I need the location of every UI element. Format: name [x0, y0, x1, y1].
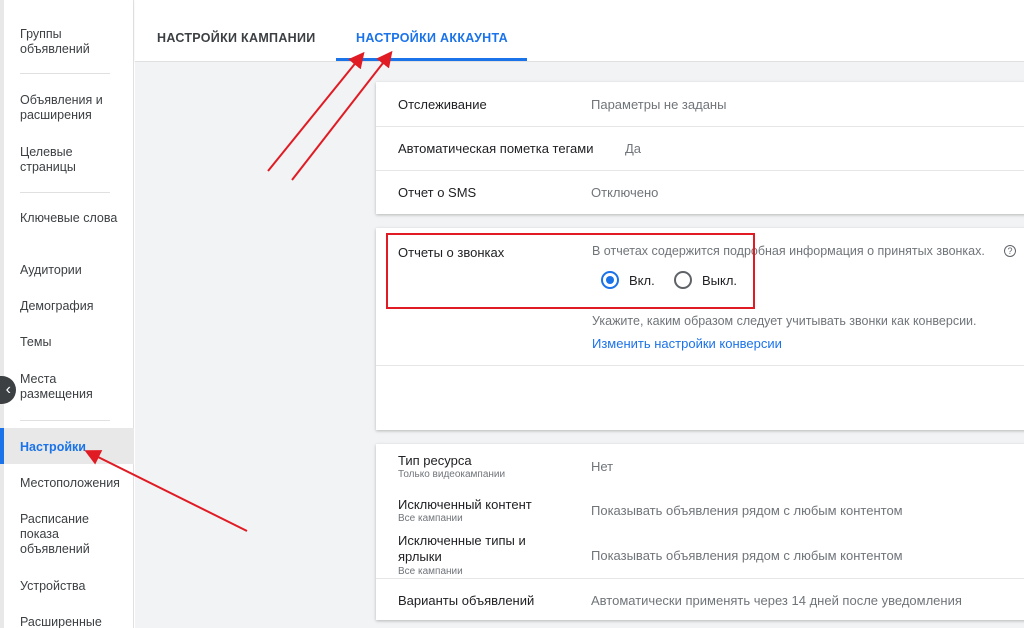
sidebar-item-locations[interactable]: Местоположения [20, 476, 128, 491]
sidebar-nav: Группы объявлений Объявления и расширени… [0, 0, 134, 628]
sidebar-item-topics[interactable]: Темы [20, 335, 128, 350]
sidebar-item-advanced[interactable]: Расширенные [20, 615, 128, 628]
content-settings-card: Тип ресурса Только видеокампании Нет Иск… [376, 444, 1024, 620]
sidebar-item-audiences[interactable]: Аудитории [20, 263, 128, 278]
row-divider [376, 126, 1024, 127]
change-conversion-settings-link[interactable]: Изменить настройки конверсии [592, 336, 782, 351]
sidebar-item-keywords[interactable]: Ключевые слова [20, 211, 128, 226]
excluded-content-value[interactable]: Показывать объявления рядом с любым конт… [591, 503, 903, 518]
excluded-types-value[interactable]: Показывать объявления рядом с любым конт… [591, 548, 903, 563]
sms-report-label: Отчет о SMS [398, 185, 477, 200]
sidebar-divider [20, 192, 110, 193]
row-divider [376, 578, 1024, 579]
ad-variations-label: Варианты объявлений [398, 593, 535, 608]
tab-active-indicator [336, 58, 527, 61]
excluded-types-label: Исключенные типы и ярлыки [398, 533, 526, 564]
sidebar-item-ad-groups[interactable]: Группы объявлений [20, 27, 128, 57]
auto-tagging-value[interactable]: Да [625, 141, 641, 156]
sidebar-item-demographics[interactable]: Демография [20, 299, 128, 314]
tab-bar: НАСТРОЙКИ КАМПАНИИ НАСТРОЙКИ АККАУНТА [135, 0, 1024, 62]
conversion-hint-text: Укажите, каким образом следует учитывать… [592, 314, 977, 328]
sidebar-item-placements[interactable]: Места размещения [20, 372, 128, 402]
resource-type-label: Тип ресурса [398, 453, 472, 468]
excluded-content-label: Исключенный контент [398, 497, 532, 512]
sidebar-item-ad-schedule[interactable]: Расписание показа объявлений [20, 512, 128, 557]
sidebar-item-ads-extensions[interactable]: Объявления и расширения [20, 93, 128, 123]
sidebar-active-indicator [0, 428, 4, 464]
tracking-settings-card: Отслеживание Параметры не заданы Автомат… [376, 82, 1024, 214]
excluded-types-sublabel: Все кампании [398, 566, 463, 577]
tracking-value[interactable]: Параметры не заданы [591, 97, 726, 112]
sidebar-item-landing-pages[interactable]: Целевые страницы [20, 145, 128, 175]
excluded-content-sublabel: Все кампании [398, 513, 463, 524]
annotation-highlight-box [386, 233, 755, 309]
help-circle-icon[interactable]: ? [1004, 245, 1016, 257]
sidebar-divider [20, 420, 110, 421]
tracking-label: Отслеживание [398, 97, 487, 112]
sms-report-value[interactable]: Отключено [591, 185, 658, 200]
tab-campaign-settings[interactable]: НАСТРОЙКИ КАМПАНИИ [157, 31, 316, 45]
tab-account-settings[interactable]: НАСТРОЙКИ АККАУНТА [356, 31, 508, 45]
sidebar-item-devices[interactable]: Устройства [20, 579, 128, 594]
sidebar-item-settings[interactable]: Настройки [20, 440, 128, 455]
ad-variations-value[interactable]: Автоматически применять через 14 дней по… [591, 593, 962, 608]
row-divider [376, 365, 1024, 366]
row-divider [376, 170, 1024, 171]
resource-type-value[interactable]: Нет [591, 459, 613, 474]
sidebar-divider [20, 73, 110, 74]
resource-type-sublabel: Только видеокампании [398, 469, 506, 480]
auto-tagging-label: Автоматическая пометка тегами [398, 141, 594, 156]
